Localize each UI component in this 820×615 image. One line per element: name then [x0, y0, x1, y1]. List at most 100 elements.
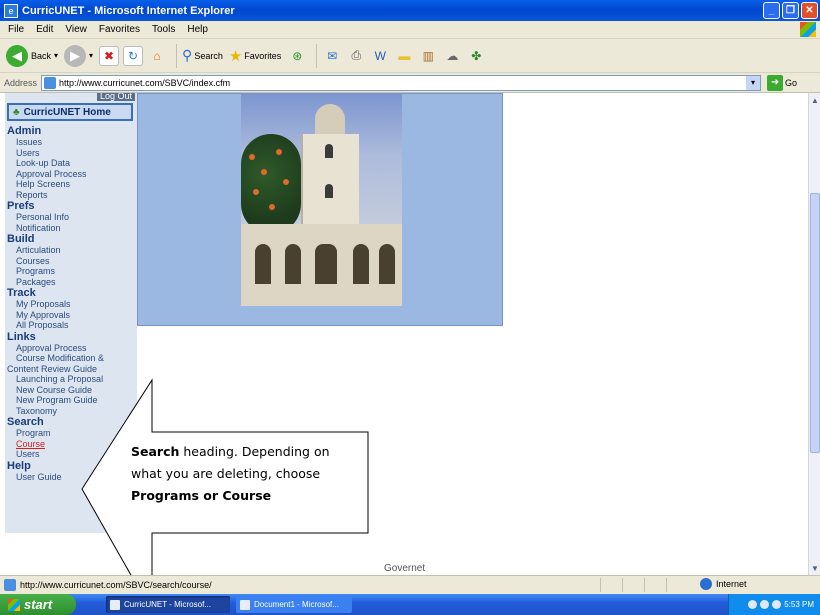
curricunet-home-button[interactable]: ♣ CurricUNET Home [7, 103, 133, 121]
menu-edit[interactable]: Edit [36, 24, 53, 35]
edit-word-icon[interactable]: W [370, 46, 390, 66]
task2-label: Document1 - Microsof... [254, 600, 339, 609]
toolbar-separator [316, 43, 318, 68]
minimize-button[interactable]: _ [763, 2, 780, 19]
menu-favorites[interactable]: Favorites [99, 24, 140, 35]
favorites-star-icon: ★ [228, 47, 243, 65]
sidebar-item-my-approvals[interactable]: My Approvals [7, 310, 135, 321]
menu-view[interactable]: View [65, 24, 87, 35]
taskbar-item-curricunet[interactable]: CurricUNET - Microsof... [106, 596, 230, 613]
photo-tower-window [325, 144, 333, 158]
windows-flag-icon [8, 598, 20, 611]
sidebar-item-packages[interactable]: Packages [7, 277, 135, 288]
sidebar-item-programs[interactable]: Programs [7, 266, 135, 277]
back-arrow-icon: ◀ [6, 44, 28, 67]
sidebar: Log Out ♣ CurricUNET Home Admin Issues U… [5, 93, 137, 533]
stop-icon[interactable]: ✖ [99, 45, 120, 66]
window-controls: _ ❐ ✕ [763, 2, 818, 19]
menu-help[interactable]: Help [187, 24, 208, 35]
sidebar-item-search-course[interactable]: Course [7, 439, 135, 450]
back-dropdown-icon[interactable]: ▾ [54, 51, 58, 60]
page-icon [44, 76, 57, 89]
menu-file[interactable]: File [8, 24, 24, 35]
favorites-button[interactable]: ★ Favorites [229, 43, 281, 69]
forward-button[interactable]: ▶ ▾ [64, 43, 93, 69]
windows-logo-icon [800, 22, 816, 37]
network-icon[interactable] [748, 600, 758, 609]
volume-icon[interactable] [760, 600, 770, 609]
sidebar-item-articulation[interactable]: Articulation [7, 245, 135, 256]
print-icon[interactable]: ⎙ [346, 46, 366, 66]
sidebar-item-search-program[interactable]: Program [7, 428, 135, 439]
restore-button[interactable]: ❐ [782, 2, 799, 19]
start-button[interactable]: start [0, 594, 76, 615]
nav-section-links: Links [7, 330, 36, 343]
home-icon[interactable]: ⌂ [147, 46, 167, 66]
photo-tree [241, 134, 301, 234]
photo-tower-window [325, 184, 333, 198]
scroll-up-icon[interactable]: ▲ [810, 94, 820, 106]
sidebar-item-my-proposals[interactable]: My Proposals [7, 299, 135, 310]
nav-section-help: Help [7, 459, 31, 472]
sidebar-item-user-guide[interactable]: User Guide [7, 472, 135, 483]
sidebar-item-notification[interactable]: Notification [7, 223, 135, 234]
sidebar-item-approval-process[interactable]: Approval Process [7, 169, 135, 180]
photo-arch [285, 244, 301, 284]
sidebar-item-issues[interactable]: Issues [7, 137, 135, 148]
sidebar-item-help-screens[interactable]: Help Screens [7, 179, 135, 190]
search-button[interactable]: ⚲ Search [182, 43, 223, 69]
page-status-icon [4, 579, 16, 591]
start-label: start [24, 597, 53, 612]
menu-tools[interactable]: Tools [152, 24, 175, 35]
go-label: Go [785, 77, 798, 88]
sidebar-item-launching-proposal[interactable]: Launching a Proposal [7, 374, 135, 385]
zone-label: Internet [716, 579, 747, 589]
msn-icon[interactable]: ✤ [466, 46, 486, 66]
scrollbar-thumb[interactable] [810, 193, 820, 453]
back-button[interactable]: ◀ Back ▾ [6, 43, 58, 69]
callout-bold-programs-course: Programs or Course [131, 488, 272, 503]
close-button[interactable]: ✕ [801, 2, 818, 19]
address-dropdown-icon[interactable]: ▾ [746, 75, 761, 90]
footer-governet-text: Governet [384, 563, 426, 574]
address-input[interactable]: http://www.curricunet.com/SBVC/index.cfm… [41, 74, 762, 91]
favorites-label: Favorites [244, 50, 282, 61]
page-content: Log Out ♣ CurricUNET Home Admin Issues U… [0, 93, 808, 575]
security-icon[interactable] [772, 600, 782, 609]
sidebar-item-reports[interactable]: Reports [7, 190, 135, 201]
messenger-icon[interactable]: ☁ [442, 46, 462, 66]
sidebar-item-new-course-guide[interactable]: New Course Guide [7, 385, 135, 396]
sidebar-item-lookup-data[interactable]: Look-up Data [7, 158, 135, 169]
sidebar-item-personal-info[interactable]: Personal Info [7, 212, 135, 223]
status-panel-divider [666, 578, 688, 592]
photo-blossom [276, 149, 282, 155]
forward-dropdown-icon[interactable]: ▾ [89, 51, 93, 60]
sidebar-item-courses[interactable]: Courses [7, 256, 135, 267]
photo-arch [255, 244, 271, 284]
photo-tower-dome [315, 104, 345, 136]
taskbar-item-document1[interactable]: Document1 - Microsof... [236, 596, 352, 613]
logout-link[interactable]: Log Out [96, 93, 135, 101]
photo-arch [353, 244, 369, 284]
mail-icon[interactable]: ✉ [322, 46, 342, 66]
menu-bar: File Edit View Favorites Tools Help [0, 21, 820, 39]
folder-icon[interactable]: ▬ [394, 46, 414, 66]
scroll-down-icon[interactable]: ▼ [810, 562, 820, 574]
sidebar-item-approval-process-link[interactable]: Approval Process [7, 343, 135, 354]
sidebar-item-taxonomy[interactable]: Taxonomy [7, 406, 135, 417]
photo-blossom [249, 154, 255, 160]
go-button[interactable]: ➜ Go [767, 74, 798, 91]
refresh-icon[interactable]: ↻ [123, 45, 144, 66]
status-panel-divider [600, 578, 622, 592]
media-icon[interactable]: ⊛ [287, 46, 307, 66]
sidebar-item-new-program-guide[interactable]: New Program Guide [7, 395, 135, 406]
sidebar-item-course-modification[interactable]: Course Modification & [7, 353, 135, 364]
vertical-scrollbar[interactable]: ▲ ▼ [808, 93, 820, 575]
sidebar-item-users[interactable]: Users [7, 148, 135, 159]
callout-bold-search: Search [131, 444, 180, 459]
research-icon[interactable]: ▥ [418, 46, 438, 66]
campus-photo-panel [137, 93, 503, 326]
sidebar-item-content-review-guide[interactable]: Content Review Guide [7, 364, 135, 375]
sidebar-item-search-users[interactable]: Users [7, 449, 135, 460]
sidebar-item-all-proposals[interactable]: All Proposals [7, 320, 135, 331]
